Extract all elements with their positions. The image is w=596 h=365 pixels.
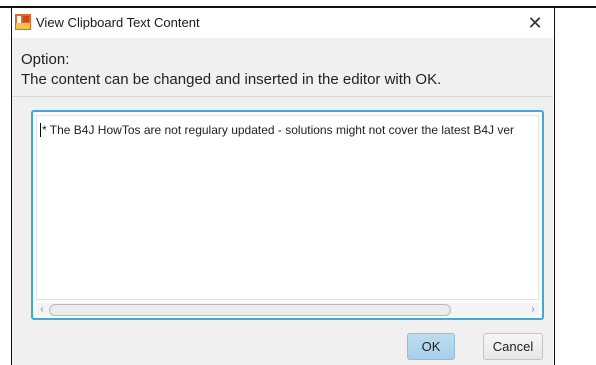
close-icon[interactable]: ✕ [524, 12, 546, 34]
header-divider [12, 96, 553, 97]
cancel-button[interactable]: Cancel [483, 333, 543, 360]
scroll-right-icon[interactable]: › [527, 303, 539, 316]
b4j-app-icon [15, 14, 31, 30]
clipboard-text-area[interactable]: * The B4J HowTos are not regulary update… [31, 110, 544, 320]
title-bar: View Clipboard Text Content ✕ [12, 8, 553, 38]
scroll-left-icon[interactable]: ‹ [36, 303, 48, 316]
option-description: The content can be changed and inserted … [21, 71, 442, 88]
text-area-viewport[interactable]: * The B4J HowTos are not regulary update… [36, 115, 539, 300]
clipboard-text[interactable]: * The B4J HowTos are not regulary update… [42, 123, 514, 137]
option-label: Option: [21, 51, 70, 68]
clipboard-dialog: View Clipboard Text Content ✕ Option: Th… [12, 8, 553, 365]
ok-button[interactable]: OK [407, 333, 455, 360]
horizontal-scrollbar[interactable]: ‹ › [36, 303, 539, 316]
scrollbar-thumb[interactable] [49, 304, 451, 316]
window-title: View Clipboard Text Content [36, 15, 200, 30]
text-caret [40, 123, 41, 137]
text-area-content[interactable]: * The B4J HowTos are not regulary update… [40, 123, 514, 137]
page-right-rule [554, 8, 555, 365]
